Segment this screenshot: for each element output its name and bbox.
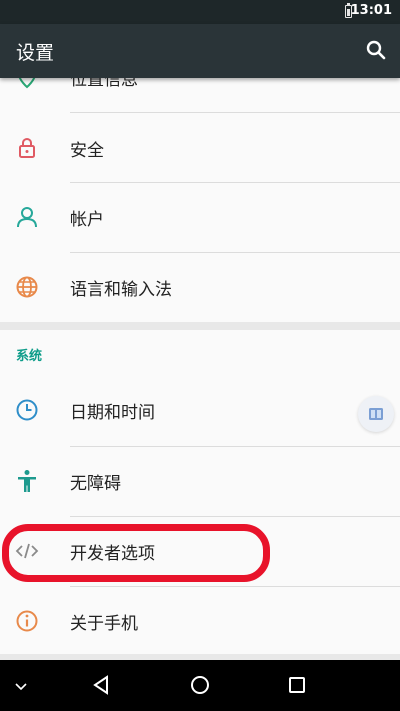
section-divider xyxy=(0,322,400,330)
highlight-annotation xyxy=(2,524,270,582)
settings-item-label: 关于手机 xyxy=(70,614,138,634)
accessibility-icon xyxy=(18,470,36,492)
account-icon xyxy=(17,207,37,228)
search-icon[interactable] xyxy=(364,38,388,62)
settings-item-label: 语言和输入法 xyxy=(70,280,172,300)
settings-item-label: 位置信息 xyxy=(70,78,138,90)
status-bar: 13:01 xyxy=(0,0,400,24)
chevron-down-icon[interactable] xyxy=(12,677,30,695)
settings-item-language[interactable]: 语言和输入法 xyxy=(0,252,400,322)
settings-item-security[interactable]: 安全 xyxy=(0,113,400,183)
book-icon xyxy=(369,408,383,420)
settings-item-accounts[interactable]: 帐户 xyxy=(0,182,400,252)
lock-icon xyxy=(19,137,35,158)
section-header-system: 系统 xyxy=(16,349,43,364)
settings-item-location[interactable]: 位置信息 xyxy=(0,78,400,112)
recents-icon[interactable] xyxy=(285,673,309,697)
settings-item-about-phone[interactable]: 关于手机 xyxy=(0,586,400,656)
clock-icon xyxy=(16,399,38,421)
navigation-bar xyxy=(0,660,400,711)
home-icon[interactable] xyxy=(188,673,212,697)
settings-item-label: 无障碍 xyxy=(70,474,121,494)
globe-icon xyxy=(16,276,38,298)
info-icon xyxy=(16,610,38,632)
floating-assist-button[interactable] xyxy=(358,396,394,432)
location-icon xyxy=(18,78,36,89)
toolbar: 设置 xyxy=(0,24,400,78)
settings-item-label: 安全 xyxy=(70,141,104,161)
settings-item-accessibility[interactable]: 无障碍 xyxy=(0,446,400,516)
settings-list[interactable]: 位置信息 安全 帐户 语言和输入法 系统 日期和时间 无障碍 开发者选项 关于手… xyxy=(0,78,400,660)
settings-item-label: 帐户 xyxy=(70,210,104,230)
back-icon[interactable] xyxy=(90,673,114,697)
settings-item-label: 日期和时间 xyxy=(70,403,155,423)
page-title: 设置 xyxy=(16,42,55,64)
status-time: 13:01 xyxy=(350,3,392,18)
settings-item-date-time[interactable]: 日期和时间 xyxy=(0,375,400,445)
